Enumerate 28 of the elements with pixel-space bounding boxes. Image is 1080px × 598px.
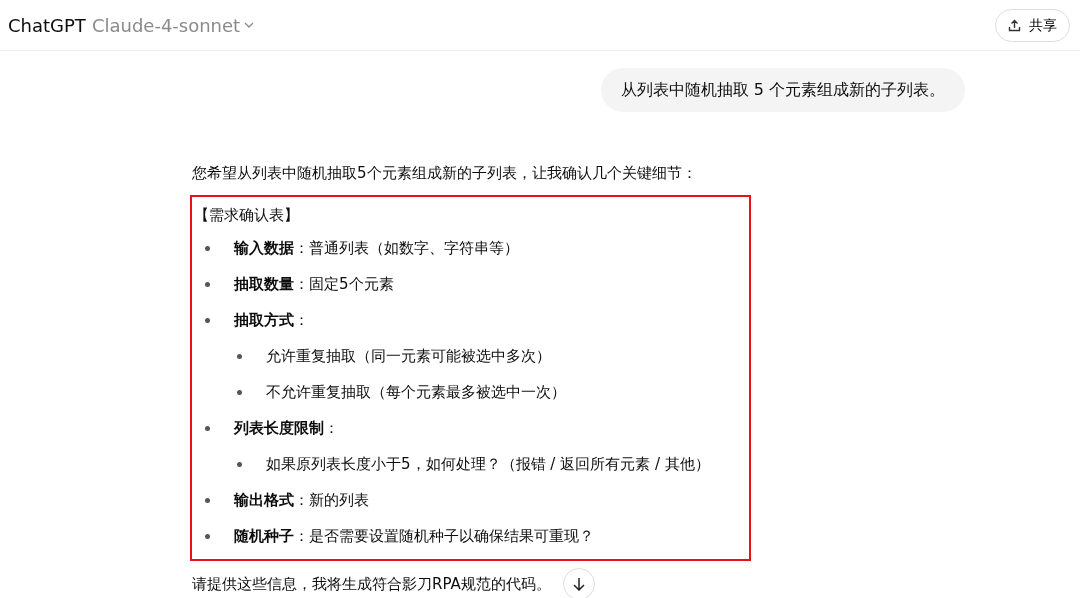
user-message: 从列表中随机抽取 5 个元素组成新的子列表。 (600, 68, 965, 112)
message-text: 您希望从列表中随机抽取5个元素组成新的子列表，让我确认几个关键细节： (192, 163, 698, 184)
chevron-down-icon (244, 22, 255, 28)
arrow-down-icon (573, 577, 585, 591)
list-item: 输出格式：新的列表 (234, 490, 369, 512)
upload-icon (1008, 18, 1021, 32)
share-button[interactable]: 共享 (995, 8, 1070, 42)
block-title: 【需求确认表】 (194, 204, 300, 226)
list-item: 抽取数量：固定5个元素 (234, 274, 394, 296)
bullet-icon (237, 354, 242, 359)
bullet-icon (205, 534, 210, 539)
bullet-icon (205, 426, 210, 431)
list-item: 输入数据：普通列表（如数字、字符串等） (234, 238, 519, 260)
list-item: 不允许重复抽取（每个元素最多被选中一次） (266, 382, 566, 404)
bullet-icon (237, 390, 242, 395)
message-text: 请提供这些信息，我将生成符合影刀RPA规范的代码。 (192, 573, 551, 595)
list-item: 允许重复抽取（同一元素可能被选中多次） (266, 346, 551, 368)
bullet-icon (205, 246, 210, 251)
list-item: 随机种子：是否需要设置随机种子以确保结果可重现？ (234, 526, 594, 548)
bullet-icon (205, 318, 210, 323)
bullet-icon (237, 462, 242, 467)
bullet-icon (205, 498, 210, 503)
scroll-down-button[interactable] (563, 568, 595, 598)
app-title: ChatGPT (8, 13, 86, 38)
list-item: 如果原列表长度小于5，如何处理？（报错 / 返回所有元素 / 其他） (266, 454, 710, 476)
list-item: 抽取方式： (234, 310, 309, 332)
bullet-icon (205, 282, 210, 287)
list-item: 列表长度限制： (234, 418, 339, 440)
